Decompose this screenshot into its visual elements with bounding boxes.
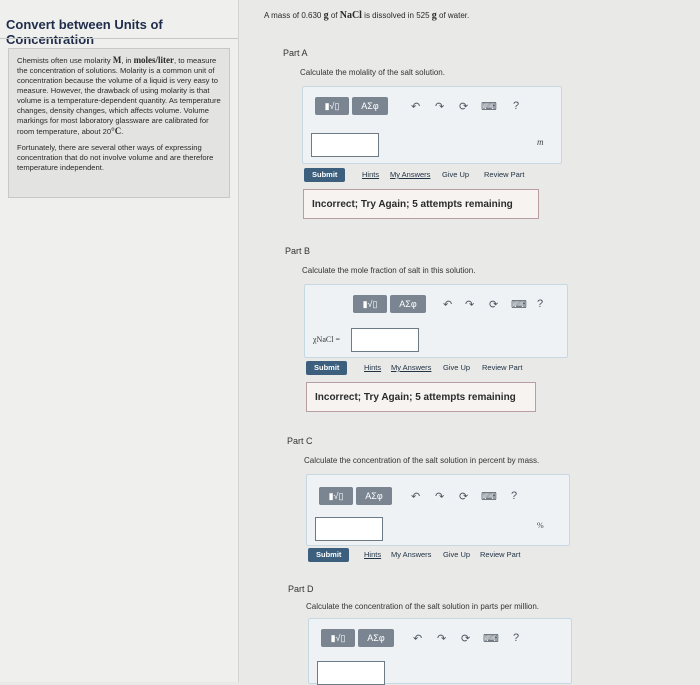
- greek-symbols-button[interactable]: ΑΣφ: [352, 97, 388, 115]
- undo-icon[interactable]: ↶: [411, 490, 420, 503]
- part-a-feedback: Incorrect; Try Again; 5 attempts remaini…: [303, 189, 539, 219]
- part-d-prompt: Calculate the concentration of the salt …: [306, 602, 540, 611]
- part-a-give-up-link[interactable]: Give Up: [442, 170, 469, 179]
- help-icon[interactable]: ?: [537, 298, 543, 310]
- part-c-answer-input[interactable]: [315, 517, 383, 541]
- template-button[interactable]: ▮√▯: [315, 97, 349, 115]
- part-b-my-answers-link[interactable]: My Answers: [391, 363, 431, 372]
- undo-icon[interactable]: ↶: [413, 632, 422, 645]
- part-b-label: Part B: [285, 246, 311, 256]
- part-a-toolbar: ▮√▯ ΑΣφ ↶ ↷ ⟳ ⌨ ?: [315, 97, 555, 115]
- part-b-submit-button[interactable]: Submit: [306, 361, 348, 375]
- reset-icon[interactable]: ⟳: [459, 490, 468, 503]
- mole-fraction-label: χNaCl =: [313, 335, 340, 344]
- part-a-answer-box: ▮√▯ ΑΣφ ↶ ↷ ⟳ ⌨ ? m: [302, 86, 562, 164]
- part-a-prompt: Calculate the molality of the salt solut…: [300, 68, 445, 77]
- intro-paragraph-1: Chemists often use molarity M, in moles/…: [17, 55, 221, 136]
- page-title: Convert between Units of Concentration: [6, 17, 163, 47]
- part-d-answer-box: ▮√▯ ΑΣφ ↶ ↷ ⟳ ⌨ ?: [308, 618, 572, 685]
- part-d-answer-input[interactable]: [317, 661, 385, 685]
- part-a-my-answers-link[interactable]: My Answers: [390, 170, 430, 179]
- reset-icon[interactable]: ⟳: [461, 632, 470, 645]
- greek-symbols-button[interactable]: ΑΣφ: [390, 295, 426, 313]
- part-c-give-up-link[interactable]: Give Up: [443, 550, 470, 559]
- greek-symbols-button[interactable]: ΑΣφ: [358, 629, 394, 647]
- main-panel: A mass of 0.630 g of NaCl is dissolved i…: [240, 0, 700, 685]
- keyboard-icon[interactable]: ⌨: [481, 490, 497, 503]
- keyboard-icon[interactable]: ⌨: [481, 100, 497, 113]
- redo-icon[interactable]: ↷: [435, 100, 444, 113]
- part-c-review-part-link[interactable]: Review Part: [480, 550, 520, 559]
- part-c-label: Part C: [287, 436, 313, 446]
- part-a-submit-button[interactable]: Submit: [304, 168, 346, 182]
- part-c-answer-box: ▮√▯ ΑΣφ ↶ ↷ ⟳ ⌨ ? %: [306, 474, 570, 546]
- reset-icon[interactable]: ⟳: [489, 298, 498, 311]
- part-b-give-up-link[interactable]: Give Up: [443, 363, 470, 372]
- part-d-label: Part D: [288, 584, 314, 594]
- part-b-toolbar: ▮√▯ ΑΣφ ↶ ↷ ⟳ ⌨ ?: [353, 295, 563, 313]
- template-button[interactable]: ▮√▯: [321, 629, 355, 647]
- template-button[interactable]: ▮√▯: [319, 487, 353, 505]
- left-panel: Convert between Units of Concentration C…: [0, 0, 239, 682]
- part-b-hints-link[interactable]: Hints: [364, 363, 381, 372]
- part-c-prompt: Calculate the concentration of the salt …: [304, 456, 540, 465]
- help-icon[interactable]: ?: [513, 632, 519, 644]
- part-a-unit: m: [537, 137, 544, 147]
- nacl-formula: NaCl: [339, 10, 362, 21]
- template-button[interactable]: ▮√▯: [353, 295, 387, 313]
- undo-icon[interactable]: ↶: [411, 100, 420, 113]
- problem-statement: A mass of 0.630 g of NaCl is dissolved i…: [264, 10, 470, 21]
- part-b-answer-input[interactable]: [351, 328, 419, 352]
- keyboard-icon[interactable]: ⌨: [511, 298, 527, 311]
- part-b-review-part-link[interactable]: Review Part: [482, 363, 522, 372]
- part-c-my-answers-link[interactable]: My Answers: [391, 550, 431, 559]
- help-icon[interactable]: ?: [511, 490, 517, 502]
- intro-paragraph-2: Fortunately, there are several other way…: [17, 143, 214, 172]
- keyboard-icon[interactable]: ⌨: [483, 632, 499, 645]
- redo-icon[interactable]: ↷: [437, 632, 446, 645]
- part-c-unit: %: [537, 521, 544, 530]
- title-divider: [0, 38, 238, 39]
- part-a-hints-link[interactable]: Hints: [362, 170, 379, 179]
- part-c-toolbar: ▮√▯ ΑΣφ ↶ ↷ ⟳ ⌨ ?: [319, 487, 559, 505]
- part-c-submit-button[interactable]: Submit: [308, 548, 350, 562]
- greek-symbols-button[interactable]: ΑΣφ: [356, 487, 392, 505]
- molarity-unit: moles/liter: [133, 55, 175, 65]
- help-icon[interactable]: ?: [513, 100, 519, 112]
- part-b-answer-box: ▮√▯ ΑΣφ ↶ ↷ ⟳ ⌨ ? χNaCl =: [304, 284, 568, 358]
- part-b-feedback: Incorrect; Try Again; 5 attempts remaini…: [306, 382, 536, 412]
- redo-icon[interactable]: ↷: [465, 298, 474, 311]
- part-b-prompt: Calculate the mole fraction of salt in t…: [302, 266, 476, 275]
- redo-icon[interactable]: ↷: [435, 490, 444, 503]
- undo-icon[interactable]: ↶: [443, 298, 452, 311]
- part-c-hints-link[interactable]: Hints: [364, 550, 381, 559]
- part-d-toolbar: ▮√▯ ΑΣφ ↶ ↷ ⟳ ⌨ ?: [321, 629, 561, 647]
- part-a-review-part-link[interactable]: Review Part: [484, 170, 524, 179]
- part-a-answer-input[interactable]: [311, 133, 379, 157]
- part-a-label: Part A: [283, 48, 308, 58]
- reset-icon[interactable]: ⟳: [459, 100, 468, 113]
- intro-box: Chemists often use molarity M, in moles/…: [8, 48, 230, 198]
